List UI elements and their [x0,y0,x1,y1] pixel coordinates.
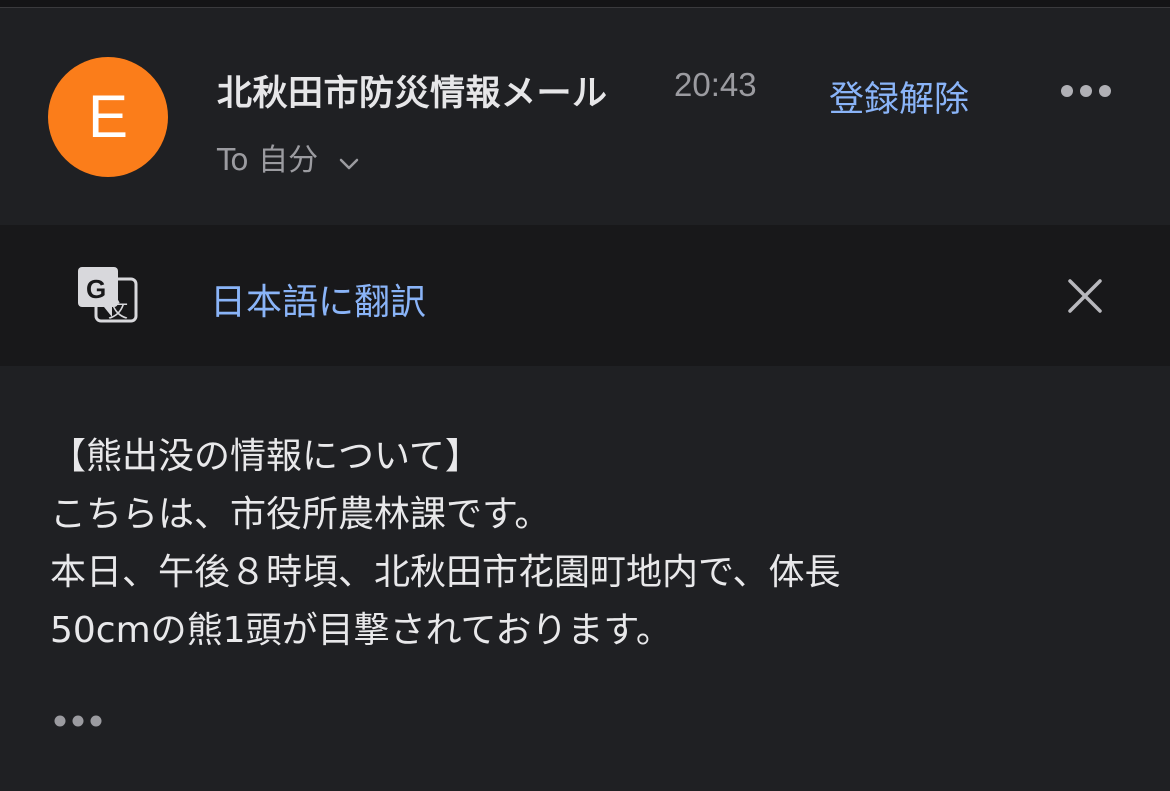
unsubscribe-link[interactable]: 登録解除 [829,71,969,122]
close-icon[interactable] [1066,277,1104,315]
google-translate-icon: G 文 [76,263,140,327]
received-time: 20:43 [674,66,757,103]
body-line: こちらは、市役所農林課です。 [50,494,551,535]
recipient-label: To 自分 [217,143,319,178]
email-header: E 北秋田市防災情報メール 20:43 登録解除 To 自分 [0,9,1170,225]
sender-name[interactable]: 北秋田市防災情報メール [217,65,608,116]
translate-banner: G 文 日本語に翻訳 [0,225,1170,366]
sender-avatar[interactable]: E [48,57,168,177]
svg-text:G: G [86,274,106,304]
show-trimmed-content-icon[interactable] [52,712,104,730]
top-divider [0,0,1170,8]
body-line: 50cmの熊1頭が目撃されております。 [50,610,672,651]
body-line: 【熊出没の情報について】 [50,436,481,477]
recipient-details-toggle[interactable]: To 自分 [217,135,360,179]
chevron-down-icon [338,144,360,179]
email-body: 【熊出没の情報について】 こちらは、市役所農林課です。 本日、午後８時頃、北秋田… [50,428,1130,660]
translate-button[interactable]: 日本語に翻訳 [210,273,426,325]
more-options-icon[interactable] [1058,81,1114,101]
body-line: 本日、午後８時頃、北秋田市花園町地内で、体長 [50,552,841,593]
